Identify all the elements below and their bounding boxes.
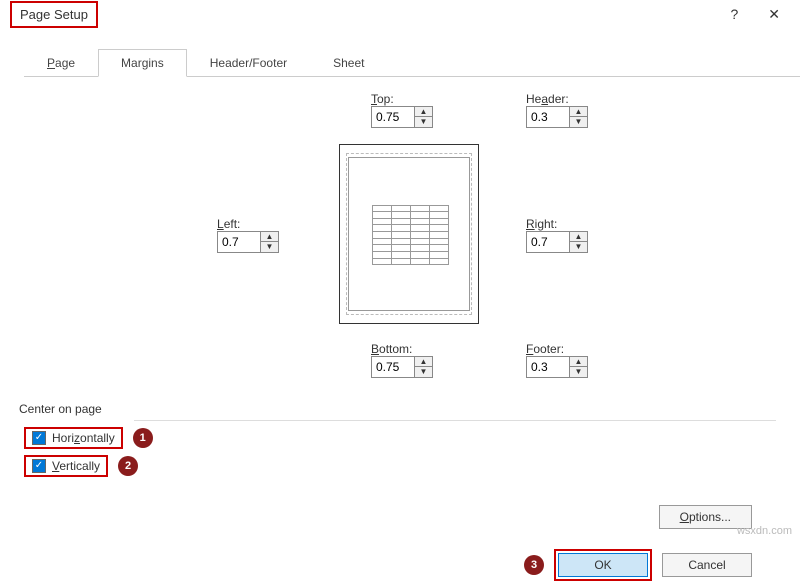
arrow-down-icon[interactable]: ▼ — [261, 242, 278, 252]
arrow-up-icon[interactable]: ▲ — [570, 232, 587, 242]
center-on-page-group: Center on page ✓ Horizontally 1 ✓ Vertic… — [24, 402, 776, 477]
annotation-badge-3: 3 — [524, 555, 544, 575]
bottom-input[interactable] — [372, 358, 414, 376]
arrow-down-icon[interactable]: ▼ — [570, 367, 587, 377]
tab-header-footer[interactable]: Header/Footer — [187, 49, 310, 77]
arrow-down-icon[interactable]: ▼ — [415, 117, 432, 127]
horizontally-label: Horizontally — [52, 431, 115, 445]
header-field: Header: ▲▼ — [526, 92, 588, 128]
header-spinner[interactable]: ▲▼ — [526, 106, 588, 128]
ok-button[interactable]: OK — [558, 553, 648, 577]
vertically-label: Vertically — [52, 459, 100, 473]
page-preview — [339, 144, 479, 324]
footer-spinner[interactable]: ▲▼ — [526, 356, 588, 378]
footer-input[interactable] — [527, 358, 569, 376]
right-input[interactable] — [527, 233, 569, 251]
vertically-checkbox-wrap[interactable]: ✓ Vertically — [24, 455, 108, 477]
top-field: Top: ▲▼ — [371, 92, 433, 128]
top-label: Top: — [371, 92, 433, 106]
options-row: Options... — [24, 477, 776, 529]
tab-page[interactable]: Page — [24, 49, 98, 77]
left-field: Left: ▲▼ — [217, 217, 279, 253]
left-spinner[interactable]: ▲▼ — [217, 231, 279, 253]
arrow-down-icon[interactable]: ▼ — [415, 367, 432, 377]
vertically-row: ✓ Vertically 2 — [24, 455, 776, 477]
footer-field: Footer: ▲▼ — [526, 342, 588, 378]
horizontally-row: ✓ Horizontally 1 — [24, 427, 776, 449]
footer-label: Footer: — [526, 342, 588, 356]
help-icon[interactable]: ? — [730, 6, 738, 22]
arrow-down-icon[interactable]: ▼ — [570, 242, 587, 252]
tab-strip: Page Margins Header/Footer Sheet — [24, 48, 800, 77]
arrow-down-icon[interactable]: ▼ — [570, 117, 587, 127]
arrow-up-icon[interactable]: ▲ — [415, 107, 432, 117]
content-area: Top: ▲▼ Header: ▲▼ Left: ▲▼ Right: — [0, 77, 800, 581]
tab-page-label: age — [55, 56, 75, 70]
dialog-buttons: 3 OK Cancel — [24, 529, 776, 581]
right-field: Right: ▲▼ — [526, 217, 588, 253]
arrow-up-icon[interactable]: ▲ — [570, 107, 587, 117]
left-label: Left: — [217, 217, 279, 231]
checkbox-icon[interactable]: ✓ — [32, 459, 46, 473]
header-input[interactable] — [527, 108, 569, 126]
left-input[interactable] — [218, 233, 260, 251]
top-spinner[interactable]: ▲▼ — [371, 106, 433, 128]
right-spinner[interactable]: ▲▼ — [526, 231, 588, 253]
checkbox-icon[interactable]: ✓ — [32, 431, 46, 445]
cancel-button[interactable]: Cancel — [662, 553, 752, 577]
arrow-up-icon[interactable]: ▲ — [415, 357, 432, 367]
ok-button-highlight: OK — [554, 549, 652, 581]
arrow-up-icon[interactable]: ▲ — [570, 357, 587, 367]
right-label: Right: — [526, 217, 588, 231]
bottom-spinner[interactable]: ▲▼ — [371, 356, 433, 378]
titlebar: Page Setup ? ✕ — [0, 0, 800, 28]
margin-layout: Top: ▲▼ Header: ▲▼ Left: ▲▼ Right: — [24, 92, 776, 392]
watermark: wsxdn.com — [737, 525, 792, 537]
bottom-field: Bottom: ▲▼ — [371, 342, 433, 378]
close-icon[interactable]: ✕ — [768, 6, 780, 23]
divider — [134, 420, 776, 421]
header-label: Header: — [526, 92, 588, 106]
arrow-up-icon[interactable]: ▲ — [261, 232, 278, 242]
top-input[interactable] — [372, 108, 414, 126]
bottom-label: Bottom: — [371, 342, 433, 356]
dialog-title: Page Setup — [10, 1, 98, 28]
horizontally-checkbox-wrap[interactable]: ✓ Horizontally — [24, 427, 123, 449]
tab-margins[interactable]: Margins — [98, 49, 187, 77]
preview-grid — [372, 205, 448, 265]
tab-sheet[interactable]: Sheet — [310, 49, 387, 77]
center-on-page-label: Center on page — [19, 402, 776, 416]
annotation-badge-2: 2 — [118, 456, 138, 476]
window-controls: ? ✕ — [730, 6, 790, 23]
annotation-badge-1: 1 — [133, 428, 153, 448]
